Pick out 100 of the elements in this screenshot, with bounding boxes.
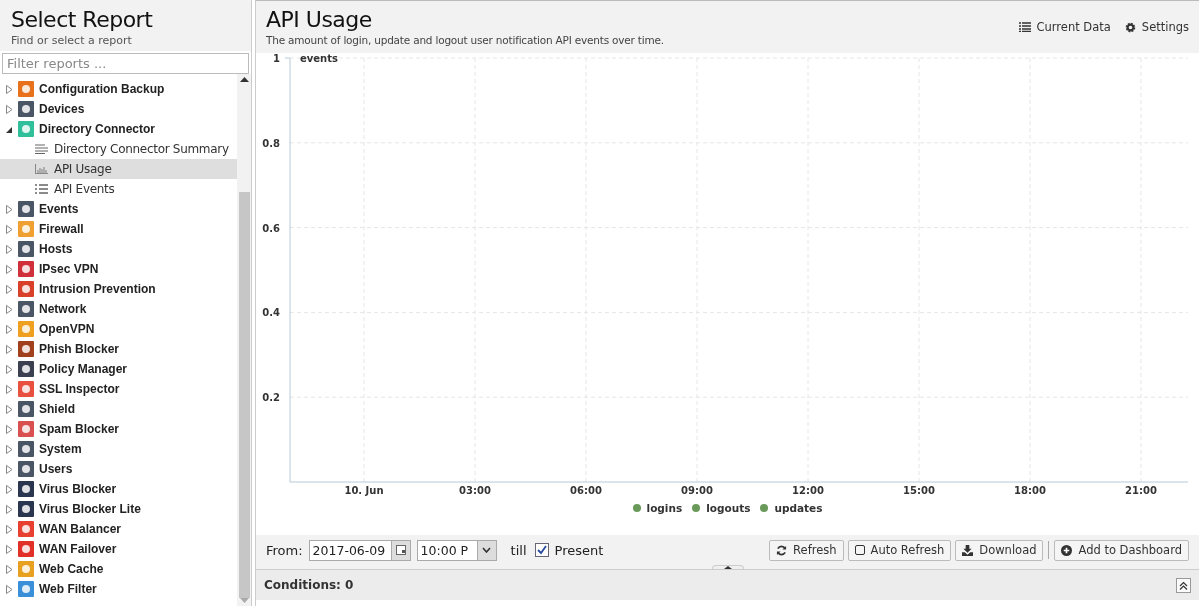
tree-item[interactable]: Users (0, 459, 237, 479)
list-icon (35, 184, 48, 194)
x-tick-label: 15:00 (903, 485, 935, 496)
tree-item[interactable]: Devices (0, 99, 237, 119)
collapsed-triangle-icon[interactable] (6, 244, 13, 254)
toolbar-button[interactable]: Current Data (1018, 20, 1111, 34)
collapsed-triangle-icon[interactable] (6, 504, 13, 514)
refresh-icon (776, 544, 788, 556)
panel-subtitle: Find or select a report (11, 34, 133, 47)
collapsed-triangle-icon[interactable] (6, 204, 13, 214)
tree-item[interactable]: Virus Blocker Lite (0, 499, 237, 519)
x-tick-label: 21:00 (1125, 485, 1157, 496)
tree-item[interactable]: Hosts (0, 239, 237, 259)
collapsed-triangle-icon[interactable] (6, 564, 13, 574)
field-label: till (510, 542, 527, 558)
collapse-icon[interactable] (1176, 577, 1191, 593)
tree-item[interactable]: IPsec VPN (0, 259, 237, 279)
tree-item[interactable]: Events (0, 199, 237, 219)
tree-item[interactable]: OpenVPN (0, 319, 237, 339)
x-tick-label: 12:00 (792, 485, 824, 496)
checkbox-label: Present (554, 542, 604, 558)
y-tick-label: 0.6 (262, 222, 280, 234)
tree-item[interactable]: System (0, 439, 237, 459)
collapsed-triangle-icon[interactable] (6, 264, 13, 274)
toolbar-button[interactable]: Add to Dashboard (1054, 539, 1189, 561)
panel-title: Select Report (11, 7, 154, 32)
tree-item[interactable]: Configuration Backup (0, 79, 237, 99)
collapsed-triangle-icon[interactable] (6, 364, 13, 374)
collapsed-triangle-icon[interactable] (6, 444, 13, 454)
present-checkbox[interactable] (534, 543, 549, 557)
y-tick-label: 0.2 (262, 392, 280, 404)
collapsed-triangle-icon[interactable] (6, 104, 13, 114)
x-tick-label: 06:00 (570, 485, 602, 496)
calendar-icon[interactable] (395, 545, 406, 555)
date-field[interactable]: 2017-06-09 (308, 539, 411, 561)
collapsed-triangle-icon[interactable] (6, 424, 13, 434)
tree-item[interactable]: Intrusion Prevention (0, 279, 237, 299)
tree-item[interactable]: Directory Connector (0, 119, 237, 139)
bar-chart-icon (35, 164, 48, 174)
legend-label: updates (774, 502, 823, 514)
tree-item[interactable]: Network (0, 299, 237, 319)
collapsed-triangle-icon[interactable] (6, 544, 13, 554)
report-title: API Usage (266, 7, 373, 32)
scrollbar[interactable] (237, 74, 251, 606)
tree-item[interactable]: Firewall (0, 219, 237, 239)
collapsed-triangle-icon[interactable] (6, 304, 13, 314)
collapsed-triangle-icon[interactable] (6, 404, 13, 414)
legend-item[interactable]: updates (760, 502, 823, 514)
tree-item[interactable]: Shield (0, 399, 237, 419)
tree-item[interactable]: WAN Failover (0, 539, 237, 559)
list-icon (1018, 22, 1031, 32)
legend-label: logins (646, 502, 683, 514)
tree-item[interactable]: Web Filter (0, 579, 237, 599)
y-tick-label: 0.8 (262, 137, 280, 149)
tree-item[interactable]: Virus Blocker (0, 479, 237, 499)
field-label: From: (266, 542, 303, 558)
toolbar-button[interactable]: Refresh (769, 539, 844, 561)
collapsed-triangle-icon[interactable] (6, 344, 13, 354)
time-field[interactable]: 10:00 P (416, 539, 497, 561)
collapsed-triangle-icon[interactable] (6, 384, 13, 394)
tree-item[interactable]: API Usage (0, 159, 237, 179)
lines-icon (35, 144, 48, 154)
collapsed-triangle-icon[interactable] (6, 224, 13, 234)
collapsed-triangle-icon[interactable] (6, 284, 13, 294)
tree-item[interactable]: API Events (0, 179, 237, 199)
tree-item[interactable]: Web Cache (0, 559, 237, 579)
collapsed-triangle-icon[interactable] (6, 464, 13, 474)
caret-icon[interactable] (482, 547, 492, 553)
download-icon (962, 544, 974, 556)
plus-circle-icon (1061, 544, 1073, 556)
y-tick-label: 0.4 (262, 307, 280, 319)
collapsed-triangle-icon[interactable] (6, 584, 13, 594)
tree-item[interactable]: WAN Balancer (0, 519, 237, 539)
x-tick-label: 09:00 (681, 485, 713, 496)
collapsed-triangle-icon[interactable] (6, 524, 13, 534)
toolbar-button[interactable]: Download (955, 539, 1044, 561)
toolbar-button[interactable]: Settings (1124, 20, 1189, 34)
collapsed-triangle-icon[interactable] (6, 484, 13, 494)
scroll-up-icon[interactable] (239, 76, 249, 82)
settings-icon (1124, 21, 1136, 33)
tree-item[interactable]: Phish Blocker (0, 339, 237, 359)
report-description: The amount of login, update and logout user notification API events over time. (266, 34, 664, 46)
checkbox-icon (854, 545, 865, 555)
axis-title: events (300, 53, 338, 64)
legend-item[interactable]: logins (632, 502, 683, 514)
toolbar-button[interactable]: Auto Refresh (847, 539, 952, 561)
tree-item[interactable]: Directory Connector Summary (0, 139, 237, 159)
legend-label: logouts (706, 502, 751, 514)
tree-item[interactable]: SSL Inspector (0, 379, 237, 399)
tree-item[interactable]: Policy Manager (0, 359, 237, 379)
collapsed-triangle-icon[interactable] (6, 324, 13, 334)
x-tick-label: 03:00 (459, 485, 491, 496)
x-tick-label: 10. Jun (344, 485, 384, 496)
collapsed-triangle-icon[interactable] (6, 84, 13, 94)
filter-field[interactable]: Filter reports ... (2, 53, 249, 74)
tree-item[interactable]: Spam Blocker (0, 419, 237, 439)
conditions-bar[interactable]: Conditions: 0 (256, 569, 1199, 600)
conditions-label: Conditions: 0 (264, 578, 354, 592)
legend-item[interactable]: logouts (692, 502, 751, 514)
x-tick-label: 18:00 (1014, 485, 1046, 496)
